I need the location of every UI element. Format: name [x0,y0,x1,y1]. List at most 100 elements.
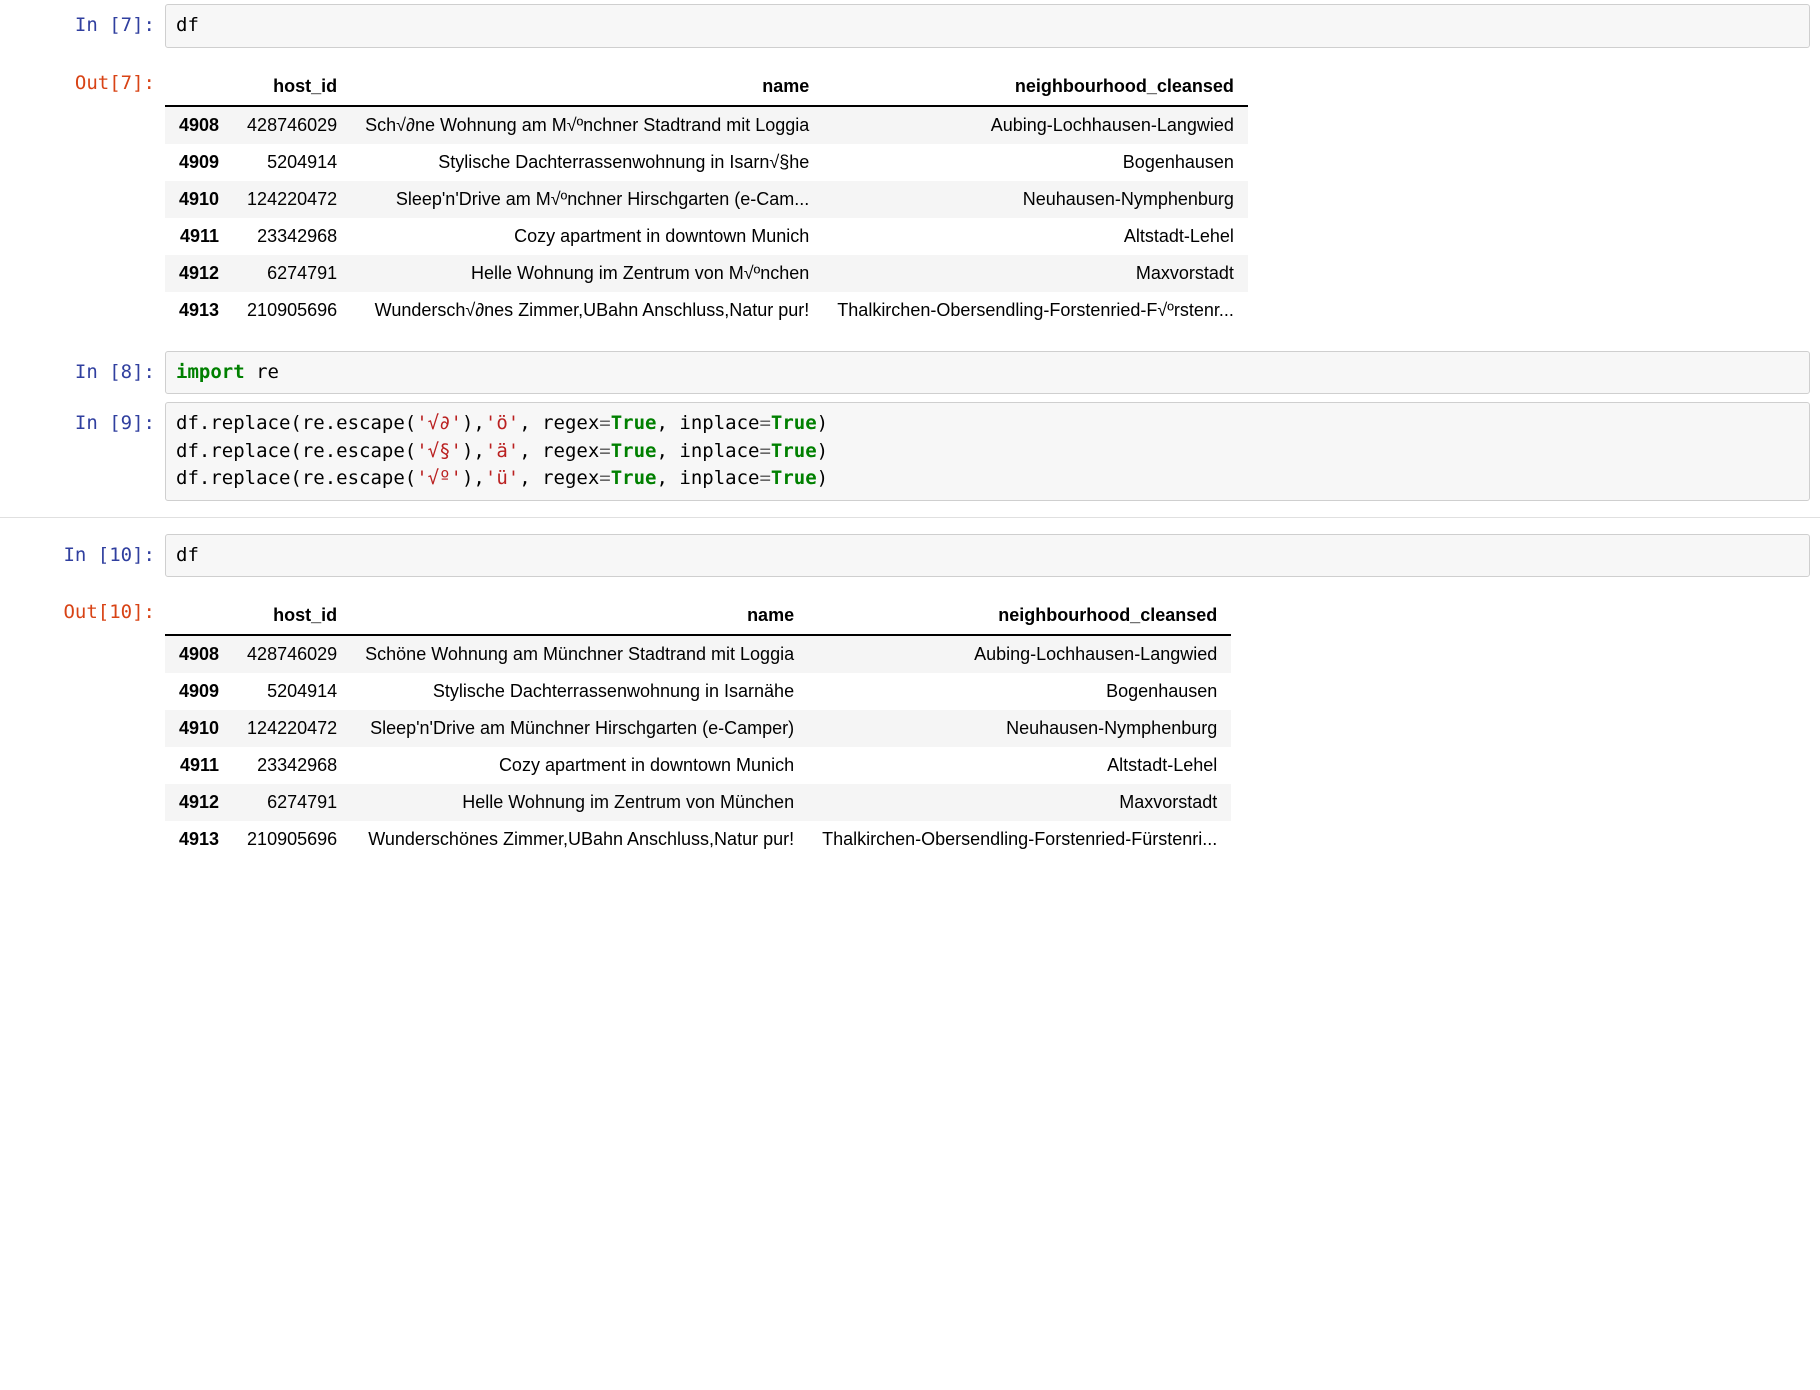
code-token: df.replace(re.escape( [176,440,416,462]
input-prompt: In [8]: [0,351,165,386]
table-cell: Stylische Dachterrassenwohnung in Isarn√… [351,144,823,181]
table-cell: Schöne Wohnung am Münchner Stadtrand mit… [351,635,808,673]
dataframe-output: host_idnameneighbourhood_cleansed4908428… [165,597,1231,858]
table-corner [165,68,233,106]
cell-separator [0,517,1820,518]
code-input[interactable]: df.replace(re.escape('√∂'),'ö', regex=Tr… [165,402,1810,501]
dataframe-output: host_idnameneighbourhood_cleansed4908428… [165,68,1248,329]
code-token: = [599,440,610,462]
output-prompt: Out[7]: [0,62,165,97]
code-input[interactable]: df [165,4,1810,48]
code-token: , regex [519,412,599,434]
code-input[interactable]: import re [165,351,1810,395]
table-column-header: neighbourhood_cleansed [808,597,1231,635]
table-row-index: 4908 [165,635,233,673]
output-area: host_idnameneighbourhood_cleansed4908428… [165,591,1820,872]
input-prompt: In [7]: [0,4,165,39]
code-token: = [759,440,770,462]
table-cell: Cozy apartment in downtown Munich [351,218,823,255]
code-token: True [611,412,657,434]
code-token: = [759,412,770,434]
code-token: import [176,361,245,383]
code-token: ), [462,440,485,462]
table-cell: 428746029 [233,106,351,144]
table-cell: 23342968 [233,218,351,255]
table-cell: Stylische Dachterrassenwohnung in Isarnä… [351,673,808,710]
table-cell: 124220472 [233,710,351,747]
table-row-index: 4909 [165,144,233,181]
table-row-index: 4911 [165,747,233,784]
code-token: '√º' [416,467,462,489]
code-token: , regex [519,440,599,462]
table-cell: 6274791 [233,784,351,821]
code-token: 'ü' [485,467,519,489]
table-cell: 124220472 [233,181,351,218]
code-token: = [599,412,610,434]
code-token: , inplace [657,440,760,462]
code-token: ) [817,412,828,434]
table-row: 49126274791Helle Wohnung im Zentrum von … [165,784,1231,821]
table-cell: 210905696 [233,292,351,329]
code-token: True [771,440,817,462]
table-cell: Aubing-Lochhausen-Langwied [808,635,1231,673]
code-token: , regex [519,467,599,489]
code-token: ) [817,440,828,462]
table-row-index: 4912 [165,784,233,821]
table-cell: Helle Wohnung im Zentrum von München [351,784,808,821]
code-token: df.replace(re.escape( [176,412,416,434]
table-cell: Wunderschönes Zimmer,UBahn Anschluss,Nat… [351,821,808,858]
table-row: 491123342968Cozy apartment in downtown M… [165,218,1248,255]
table-cell: Maxvorstadt [823,255,1248,292]
table-cell: Sleep'n'Drive am Münchner Hirschgarten (… [351,710,808,747]
input-prompt: In [9]: [0,402,165,437]
table-column-header: host_id [233,597,351,635]
table-column-header: name [351,68,823,106]
output-cell: Out[10]: host_idnameneighbourhood_cleans… [0,591,1820,872]
table-row: 4910124220472Sleep'n'Drive am Münchner H… [165,710,1231,747]
table-cell: Cozy apartment in downtown Munich [351,747,808,784]
table-row: 4913210905696Wunderschönes Zimmer,UBahn … [165,821,1231,858]
table-row-index: 4911 [165,218,233,255]
table-cell: Altstadt-Lehel [808,747,1231,784]
output-area: host_idnameneighbourhood_cleansed4908428… [165,62,1820,343]
code-token: , inplace [657,412,760,434]
input-prompt: In [10]: [0,534,165,569]
table-cell: Thalkirchen-Obersendling-Forstenried-Für… [808,821,1231,858]
table-column-header: name [351,597,808,635]
table-cell: Wundersch√∂nes Zimmer,UBahn Anschluss,Na… [351,292,823,329]
code-token: 'ö' [485,412,519,434]
code-cell[interactable]: In [7]: df [0,4,1820,48]
code-token: 'ä' [485,440,519,462]
code-token: True [611,440,657,462]
table-row: 49126274791Helle Wohnung im Zentrum von … [165,255,1248,292]
output-cell: Out[7]: host_idnameneighbourhood_cleanse… [0,62,1820,343]
code-token: ), [462,467,485,489]
table-row-index: 4910 [165,181,233,218]
table-row: 491123342968Cozy apartment in downtown M… [165,747,1231,784]
code-token: '√∂' [416,412,462,434]
code-cell[interactable]: In [8]: import re [0,351,1820,395]
table-row-index: 4908 [165,106,233,144]
table-row-index: 4909 [165,673,233,710]
table-row: 4908428746029Schöne Wohnung am Münchner … [165,635,1231,673]
code-token: , inplace [657,467,760,489]
table-cell: 5204914 [233,673,351,710]
table-cell: Helle Wohnung im Zentrum von M√ºnchen [351,255,823,292]
table-row-index: 4912 [165,255,233,292]
table-column-header: host_id [233,68,351,106]
table-cell: Bogenhausen [808,673,1231,710]
table-row: 49095204914Stylische Dachterrassenwohnun… [165,144,1248,181]
code-cell[interactable]: In [9]: df.replace(re.escape('√∂'),'ö', … [0,402,1820,501]
table-cell: 5204914 [233,144,351,181]
table-row-index: 4913 [165,821,233,858]
table-row-index: 4913 [165,292,233,329]
code-token: ) [817,467,828,489]
table-cell: Aubing-Lochhausen-Langwied [823,106,1248,144]
code-token: True [771,467,817,489]
output-prompt: Out[10]: [0,591,165,626]
code-cell[interactable]: In [10]: df [0,534,1820,578]
code-input[interactable]: df [165,534,1810,578]
table-cell: Neuhausen-Nymphenburg [808,710,1231,747]
table-row-index: 4910 [165,710,233,747]
table-cell: 428746029 [233,635,351,673]
